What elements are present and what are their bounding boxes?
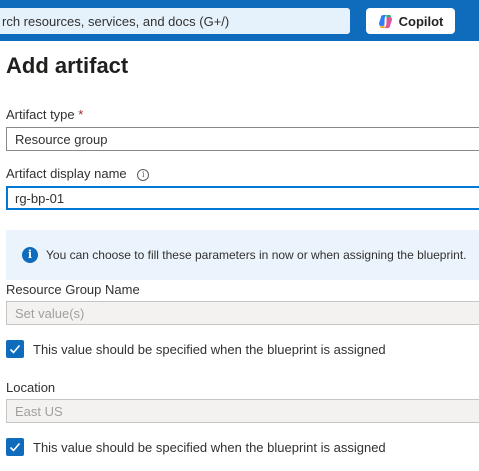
artifact-type-field[interactable]: Resource group (6, 127, 479, 151)
artifact-type-label-text: Artifact type (6, 107, 75, 122)
resource-group-name-checkbox-label: This value should be specified when the … (33, 341, 386, 357)
location-value: East US (15, 403, 63, 419)
artifact-type-value: Resource group (15, 131, 108, 147)
display-name-label: Artifact display name i (6, 166, 150, 181)
search-placeholder: rch resources, services, and docs (G+/) (2, 13, 230, 29)
location-label: Location (6, 380, 56, 395)
location-checkbox-label: This value should be specified when the … (33, 439, 386, 455)
display-name-label-text: Artifact display name (6, 166, 127, 181)
artifact-type-label: Artifact type * (6, 107, 83, 122)
page-title: Add artifact (6, 53, 129, 78)
display-name-input[interactable]: rg-bp-01 (6, 186, 479, 210)
resource-group-name-label: Resource Group Name (6, 282, 140, 297)
resource-group-name-checkbox[interactable] (6, 340, 24, 358)
search-input[interactable]: rch resources, services, and docs (G+/) (0, 8, 350, 34)
resource-group-name-input: Set value(s) (6, 301, 479, 325)
info-banner: i You can choose to fill these parameter… (6, 230, 479, 280)
checkmark-icon (9, 442, 21, 452)
info-banner-text: You can choose to fill these parameters … (46, 248, 467, 262)
copilot-icon (378, 14, 392, 28)
info-circle-icon: i (22, 247, 38, 263)
copilot-button[interactable]: Copilot (366, 8, 455, 34)
location-checkbox-row: This value should be specified when the … (6, 438, 386, 456)
location-input: East US (6, 399, 479, 423)
display-name-value: rg-bp-01 (15, 190, 65, 206)
info-icon[interactable]: i (137, 169, 150, 181)
copilot-label: Copilot (398, 13, 444, 29)
location-checkbox[interactable] (6, 438, 24, 456)
resource-group-name-checkbox-row: This value should be specified when the … (6, 340, 386, 358)
required-marker: * (78, 107, 84, 122)
top-bar: rch resources, services, and docs (G+/) … (0, 0, 479, 41)
resource-group-name-placeholder: Set value(s) (15, 305, 85, 321)
checkmark-icon (9, 344, 21, 354)
